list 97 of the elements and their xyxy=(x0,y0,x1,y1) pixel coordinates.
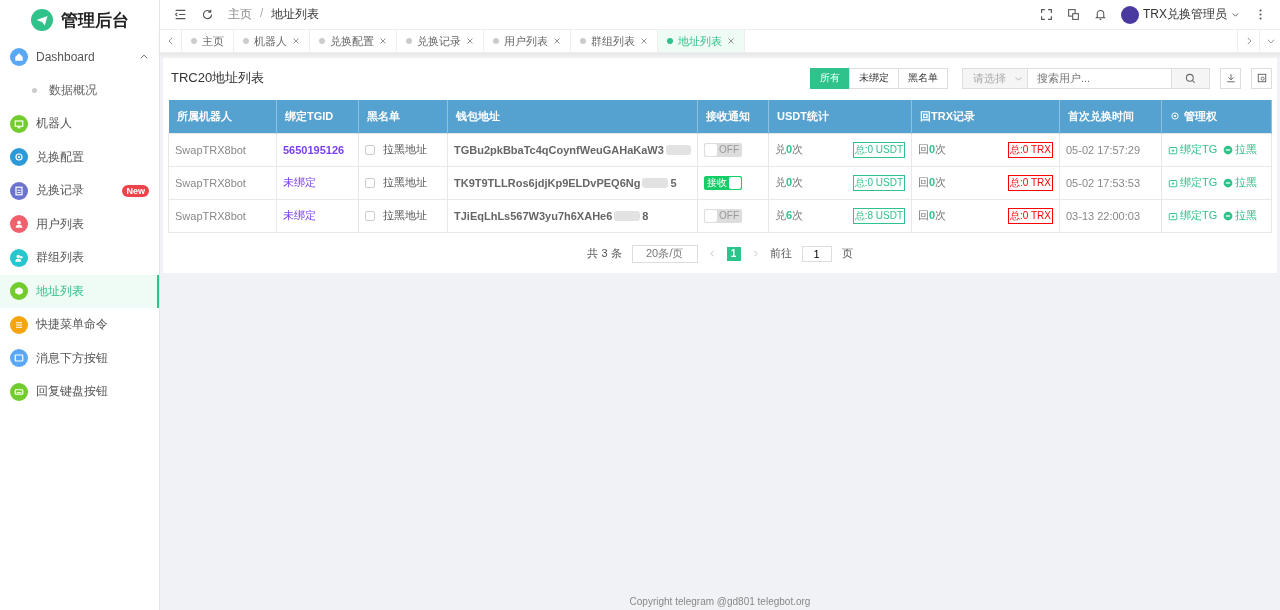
document-search-icon xyxy=(1256,73,1267,83)
total-tag: 总:8 USDT xyxy=(852,207,905,224)
user-menu[interactable]: TRX兑换管理员 xyxy=(1121,5,1240,24)
bell-icon xyxy=(1094,8,1107,21)
card-title: TRC20地址列表 xyxy=(170,69,265,87)
search-button[interactable] xyxy=(1172,67,1210,89)
sidebar-item[interactable]: 消息下方按钮 xyxy=(0,341,159,375)
sidebar-item[interactable]: 兑换记录 New xyxy=(0,174,159,208)
table-cell: 未绑定 xyxy=(276,166,359,199)
export-button[interactable] xyxy=(1251,67,1272,89)
sidebar-item[interactable]: 机器人 xyxy=(0,107,159,141)
page-suffix: 页 xyxy=(841,246,853,261)
tab[interactable]: 用户列表 xyxy=(484,30,571,52)
minus-circle-icon xyxy=(1223,144,1234,155)
sidebar-item[interactable]: 群组列表 xyxy=(0,241,159,275)
paper-plane-icon xyxy=(30,9,53,31)
breadcrumb-separator: / xyxy=(260,6,264,22)
close-icon xyxy=(292,37,300,45)
column-header: 管理权 xyxy=(1184,108,1217,124)
sidebar-item[interactable]: 回复键盘按钮 xyxy=(0,375,159,409)
column-header: 黑名单 xyxy=(358,100,448,133)
count-text: 兑0次 xyxy=(775,175,804,190)
avatar xyxy=(1121,5,1139,24)
redaction-blur xyxy=(642,177,669,188)
column-header: 钱包地址 xyxy=(447,100,698,133)
total-tag: 总:0 TRX xyxy=(1007,207,1053,224)
count-text: 回0次 xyxy=(918,208,947,223)
count-text: 兑0次 xyxy=(775,142,804,157)
sidebar-item[interactable]: Dashboard xyxy=(0,40,159,74)
close-icon xyxy=(640,37,648,45)
search-icon xyxy=(1185,72,1196,84)
table-cell: SwapTRX8bot xyxy=(168,166,277,199)
count-text: 回0次 xyxy=(918,142,947,157)
chevron-down-icon xyxy=(1231,10,1240,19)
checkbox[interactable] xyxy=(365,144,375,155)
page-size-select[interactable]: 20条/页 xyxy=(631,244,698,263)
table-cell: 05-02 17:57:29 xyxy=(1059,133,1162,166)
close-icon xyxy=(379,37,387,45)
minus-circle-icon xyxy=(1223,177,1234,188)
chevron-down-icon xyxy=(1265,36,1276,46)
wallet-address-end: 5 xyxy=(670,176,677,189)
wallet-address-end: 8 xyxy=(642,209,649,222)
redaction-blur xyxy=(665,144,691,155)
gear-icon xyxy=(1170,111,1180,122)
tab[interactable]: 主页 xyxy=(182,30,234,52)
tab[interactable]: 兑换记录 xyxy=(397,30,484,52)
fullscreen-icon xyxy=(1040,8,1053,21)
table-cell: SwapTRX8bot xyxy=(168,199,277,232)
column-header: 接收通知 xyxy=(697,100,769,133)
redaction-blur xyxy=(614,210,641,221)
download-button[interactable] xyxy=(1220,67,1241,89)
chevron-left-icon xyxy=(707,249,717,258)
column-header: 绑定TGID xyxy=(276,100,359,133)
wallet-address: TGBu2pkBbaTc4qCoynfWeuGAHaKaW3 xyxy=(454,143,664,156)
filter-button[interactable]: 未绑定 xyxy=(849,67,899,89)
close-icon xyxy=(553,37,561,45)
total-tag: 总:0 TRX xyxy=(1007,174,1053,191)
minus-circle-icon xyxy=(1223,210,1234,221)
breadcrumb-item: 地址列表 xyxy=(271,6,320,23)
total-tag: 总:0 USDT xyxy=(852,141,905,158)
table-cell: SwapTRX8bot xyxy=(168,133,277,166)
table-cell: 未绑定 xyxy=(276,199,359,232)
close-icon xyxy=(727,37,735,45)
tab[interactable]: 兑换配置 xyxy=(310,30,397,52)
column-header: 回TRX记录 xyxy=(911,100,1060,133)
tab[interactable]: 机器人 xyxy=(234,30,310,52)
table-cell: 03-13 22:00:03 xyxy=(1059,199,1162,232)
total-tag: 总:0 TRX xyxy=(1007,141,1053,158)
column-header: USDT统计 xyxy=(768,100,912,133)
total-count: 共 3 条 xyxy=(587,246,622,261)
table-cell: 05-02 17:53:53 xyxy=(1059,166,1162,199)
filter-button[interactable]: 黑名单 xyxy=(898,67,948,89)
goto-label: 前往 xyxy=(769,246,792,261)
page-input[interactable]: 1 xyxy=(801,245,832,262)
menu-fold-icon xyxy=(174,8,187,21)
breadcrumb-item[interactable]: 主页 xyxy=(228,6,252,23)
refresh-icon xyxy=(201,8,214,21)
table-cell: 5650195126 xyxy=(276,133,359,166)
download-icon xyxy=(1225,73,1236,83)
checkbox[interactable] xyxy=(365,177,375,188)
sidebar-subitem[interactable]: 数据概况 xyxy=(0,73,159,107)
sidebar-item[interactable]: 用户列表 xyxy=(0,207,159,241)
column-header: 首次兑换时间 xyxy=(1059,100,1162,133)
app-title: 管理后台 xyxy=(60,9,129,32)
wallet-address: TK9T9TLLRos6jdjKp9ELDvPEQ6Ng xyxy=(454,176,641,189)
copyright-footer: Copyright telegram @gd801 telegbot.org xyxy=(163,596,1277,610)
count-text: 兑6次 xyxy=(775,208,804,223)
count-text: 回0次 xyxy=(918,175,947,190)
column-header: 所属机器人 xyxy=(168,100,277,133)
new-badge: New xyxy=(122,184,149,197)
checkbox[interactable] xyxy=(365,210,375,221)
total-tag: 总:0 USDT xyxy=(852,174,905,191)
close-icon xyxy=(466,37,474,45)
sidebar-item[interactable]: 兑换配置 xyxy=(0,140,159,174)
sidebar-item[interactable]: 快捷菜单命令 xyxy=(0,308,159,342)
wallet-address: TJiEqLhLs567W3yu7h6XAHe6 xyxy=(454,209,613,222)
search-field[interactable]: 搜索用户... xyxy=(1028,67,1172,89)
